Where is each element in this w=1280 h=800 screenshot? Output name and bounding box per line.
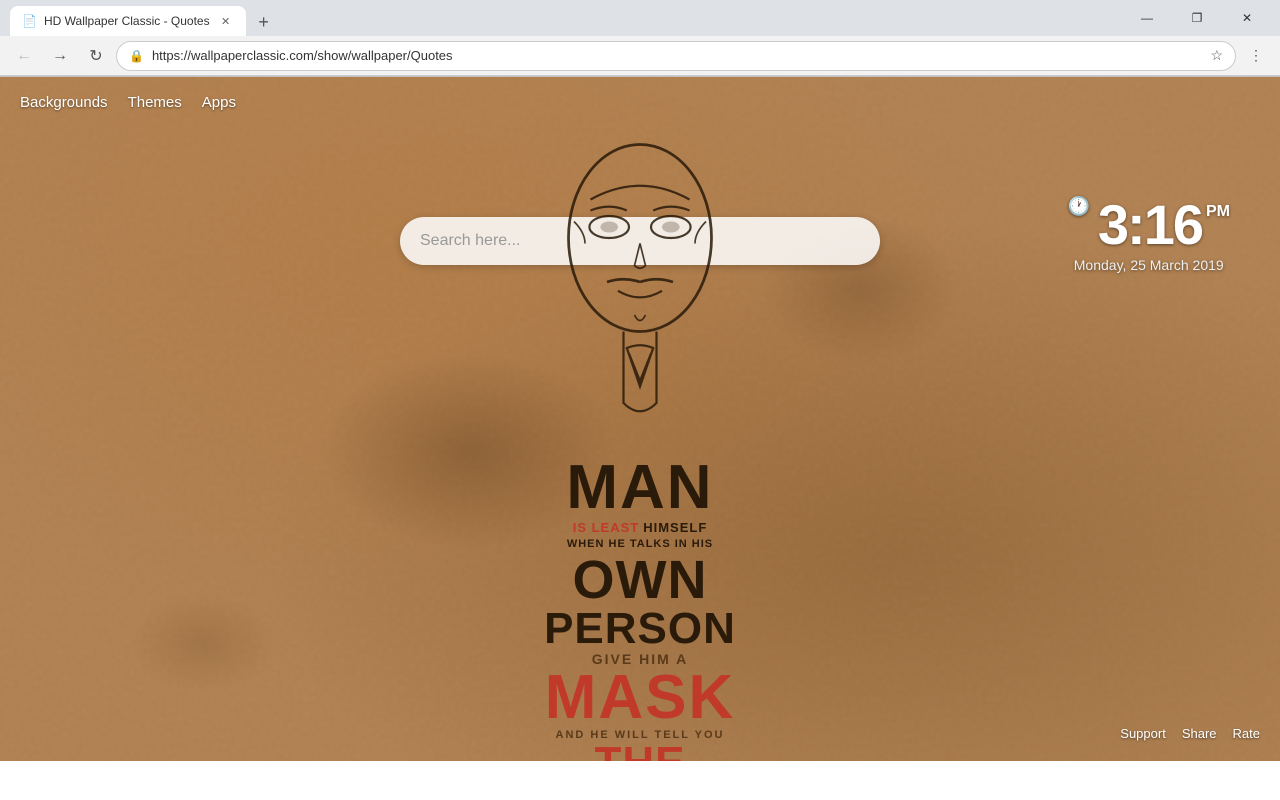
quote-man: MAN [530,457,750,519]
quote-is-least: IS LEAST [573,519,640,537]
background-stain-3 [128,593,278,693]
tab-favicon: 📄 [22,14,36,28]
new-tab-button[interactable]: + [250,8,278,36]
quote-own: OWN [530,553,750,607]
clock-time: 3:16 [1098,197,1202,253]
quote-truth: THE TRUTH [530,741,750,761]
browser-tab[interactable]: 📄 HD Wallpaper Classic - Quotes ✕ [10,6,246,36]
browser-toolbar: ← → ↻ 🔒 https://wallpaperclassic.com/sho… [0,36,1280,76]
quote-himself: HIMSELF [643,519,707,537]
site-nav: Backgrounds Themes Apps [0,77,256,127]
address-bar[interactable]: 🔒 https://wallpaperclassic.com/show/wall… [116,41,1236,71]
clock-icon: 🕐 [1067,197,1089,215]
refresh-button[interactable]: ↻ [80,40,112,72]
support-link[interactable]: Support [1120,726,1166,741]
nav-item-themes[interactable]: Themes [128,94,182,111]
title-bar: 📄 HD Wallpaper Classic - Quotes ✕ + — ❐ … [0,0,1280,36]
mask-illustration [530,117,750,430]
tab-title: HD Wallpaper Classic - Quotes [44,14,210,28]
footer-links: Support Share Rate [1120,726,1260,741]
security-icon: 🔒 [129,49,144,63]
clock-widget: 🕐 3:16 PM Monday, 25 March 2019 [1067,197,1230,273]
clock-ampm: PM [1206,203,1230,221]
back-button[interactable]: ← [8,40,40,72]
quote-person: PERSON [530,607,750,651]
tab-close-button[interactable]: ✕ [218,13,234,29]
window-controls: — ❐ ✕ [1124,3,1270,33]
nav-item-backgrounds[interactable]: Backgrounds [20,94,108,111]
quote-mask: MASK [530,667,750,729]
forward-button[interactable]: → [44,40,76,72]
clock-date: Monday, 25 March 2019 [1067,257,1230,273]
share-link[interactable]: Share [1182,726,1217,741]
rate-link[interactable]: Rate [1233,726,1260,741]
tab-bar: 📄 HD Wallpaper Classic - Quotes ✕ + [10,0,1124,36]
page-content: Backgrounds Themes Apps 🕐 3:16 PM Monday… [0,77,1280,761]
browser-menu-button[interactable]: ⋮ [1240,40,1272,72]
minimize-button[interactable]: — [1124,3,1170,33]
quote-container: MAN IS LEAST HIMSELF WHEN HE TALKS IN HI… [530,457,750,761]
nav-item-apps[interactable]: Apps [202,94,236,111]
close-button[interactable]: ✕ [1224,3,1270,33]
browser-frame: 📄 HD Wallpaper Classic - Quotes ✕ + — ❐ … [0,0,1280,77]
maximize-button[interactable]: ❐ [1174,3,1220,33]
bookmark-icon[interactable]: ☆ [1210,47,1223,64]
url-text: https://wallpaperclassic.com/show/wallpa… [152,48,1202,63]
